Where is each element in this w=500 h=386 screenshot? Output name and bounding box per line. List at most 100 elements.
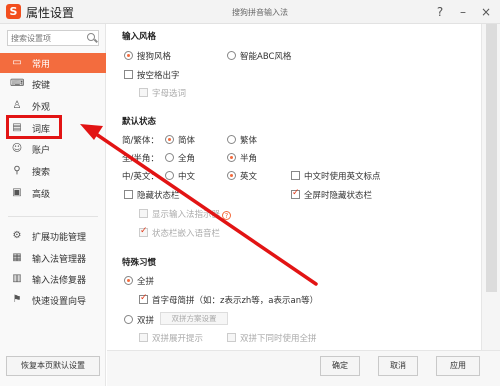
checkbox-label: 全屏时隐藏状态栏	[304, 191, 373, 201]
sidebar-item-label: 常用	[32, 60, 51, 70]
reset-defaults-button[interactable]: 恢复本页默认设置	[6, 356, 100, 376]
radio-abc-style[interactable]: 智能ABC风格	[227, 50, 291, 62]
settings-panel: 输入风格 搜狗风格 智能ABC风格 按空格出字 字母选词 默认状态 简/繁体： …	[107, 24, 480, 350]
checkbox-label: 显示输入法指示器	[152, 210, 221, 220]
search-icon: ⚲	[13, 165, 21, 176]
radio-quanpin[interactable]: 全拼	[124, 275, 154, 287]
radio-chinese[interactable]: 中文	[165, 170, 195, 182]
radio-traditional[interactable]: 繁体	[227, 134, 257, 146]
radio-icon[interactable]	[124, 51, 133, 60]
radio-icon[interactable]	[165, 135, 174, 144]
checkbox-icon	[139, 88, 148, 97]
checkbox-fullscreen-hide[interactable]: 全屏时隐藏状态栏	[291, 188, 373, 201]
checkbox-icon[interactable]	[124, 190, 133, 199]
tool-quick-setup[interactable]: ⚑ 快速设置向导	[0, 290, 106, 310]
width-label: 全/半角：	[122, 154, 159, 164]
section-title-input-style: 输入风格	[122, 32, 157, 42]
checkbox-label: 隐藏状态栏	[137, 191, 180, 201]
checkbox-icon[interactable]	[291, 171, 300, 180]
radio-half-width[interactable]: 半角	[227, 152, 257, 164]
radio-simplified[interactable]: 简体	[165, 134, 195, 146]
sidebar: ▭ 常用 ⌨ 按键 ♙ 外观 ▤ 词库 ☺ 账户 ⚲ 搜索 ▣ 高级 ⚙	[0, 24, 106, 386]
radio-label: 全拼	[137, 277, 155, 287]
tool-ime-repair[interactable]: ▥ 输入法修复器	[0, 269, 106, 289]
checkbox-label: 状态栏嵌入语音栏	[152, 229, 221, 239]
tool-label: 快速设置向导	[32, 297, 87, 307]
radio-icon[interactable]	[227, 51, 236, 60]
radio-label: 英文	[240, 172, 258, 182]
radio-icon[interactable]	[165, 171, 174, 180]
radio-label: 繁体	[240, 136, 258, 146]
cancel-button[interactable]: 取消	[378, 356, 418, 376]
radio-label: 双拼	[137, 316, 155, 326]
close-button[interactable]: ×	[478, 4, 494, 20]
sidebar-item-label: 账户	[32, 146, 51, 156]
radio-icon[interactable]	[227, 135, 236, 144]
repair-icon: ▥	[12, 273, 22, 284]
radio-label: 中文	[178, 172, 196, 182]
search-input[interactable]	[11, 32, 81, 44]
help-icon[interactable]: ?	[222, 211, 232, 220]
checkbox-sp-use-qp: 双拼下同时使用全拼	[227, 332, 317, 344]
checkbox-space-output[interactable]: 按空格出字	[124, 69, 180, 81]
shuangpin-scheme-button[interactable]: 双拼方案设置	[160, 312, 228, 325]
scrollbar[interactable]	[481, 24, 500, 350]
radio-icon[interactable]	[165, 153, 174, 162]
advanced-icon: ▣	[12, 187, 22, 198]
shirt-icon: ♙	[12, 100, 22, 111]
radio-sogou-style[interactable]: 搜狗风格	[124, 50, 171, 62]
highlight-box-annotation	[6, 115, 62, 139]
sidebar-item-common[interactable]: ▭ 常用	[0, 53, 106, 73]
checkbox-icon	[139, 333, 148, 342]
sidebar-item-label: 搜索	[32, 168, 51, 178]
radio-shuangpin[interactable]: 双拼	[124, 314, 154, 326]
help-button[interactable]: ?	[432, 4, 448, 20]
window-title: 属性设置	[26, 6, 75, 20]
radio-label: 搜狗风格	[137, 52, 172, 62]
checkbox-initials[interactable]: 首字母简拼（如：z表示zh等，a表示an等）	[139, 293, 318, 306]
radio-icon[interactable]	[227, 153, 236, 162]
apply-button[interactable]: 应用	[436, 356, 480, 376]
radio-label: 全角	[178, 154, 196, 164]
trad-simp-label: 简/繁体：	[122, 136, 159, 146]
checkbox-icon[interactable]	[124, 70, 133, 79]
tool-label: 输入法修复器	[32, 276, 87, 286]
user-icon: ☺	[11, 143, 23, 154]
sidebar-item-search[interactable]: ⚲ 搜索	[0, 161, 106, 181]
section-title-default-state: 默认状态	[122, 117, 157, 127]
sogou-logo-icon: S	[6, 4, 21, 19]
search-icon[interactable]	[87, 33, 95, 41]
sidebar-item-advanced[interactable]: ▣ 高级	[0, 183, 106, 203]
radio-icon[interactable]	[124, 276, 133, 285]
radio-icon[interactable]	[124, 315, 133, 324]
flag-icon: ⚑	[12, 294, 22, 305]
title-bar: S 属性设置 搜狗拼音输入法 ? – ×	[0, 0, 500, 24]
checkbox-hide-status-bar[interactable]: 隐藏状态栏	[124, 189, 180, 201]
sidebar-divider	[8, 216, 98, 217]
section-title-special: 特殊习惯	[122, 258, 157, 268]
tool-ime-manager[interactable]: ▦ 输入法管理器	[0, 248, 106, 268]
minimize-button[interactable]: –	[455, 4, 471, 20]
tool-extension-manager[interactable]: ⚙ 扩展功能管理	[0, 226, 106, 246]
checkbox-icon	[227, 333, 236, 342]
ok-button[interactable]: 确定	[320, 356, 360, 376]
sidebar-item-keys[interactable]: ⌨ 按键	[0, 74, 106, 94]
checkbox-cn-en-punct[interactable]: 中文时使用英文标点	[291, 170, 381, 182]
radio-icon[interactable]	[227, 171, 236, 180]
sidebar-item-account[interactable]: ☺ 账户	[0, 139, 106, 159]
checkbox-label: 双拼下同时使用全拼	[240, 334, 317, 344]
manager-icon: ▦	[12, 252, 22, 263]
window-subtitle: 搜狗拼音输入法	[232, 8, 288, 17]
checkbox-label: 中文时使用英文标点	[304, 172, 381, 182]
radio-label: 简体	[178, 136, 196, 146]
search-box[interactable]	[7, 30, 99, 46]
scrollbar-thumb[interactable]	[486, 24, 497, 292]
checkbox-icon[interactable]	[139, 293, 148, 304]
radio-full-width[interactable]: 全角	[165, 152, 195, 164]
checkbox-icon	[139, 209, 148, 218]
keyboard-icon: ⌨	[10, 78, 25, 89]
radio-english[interactable]: 英文	[227, 170, 257, 182]
sidebar-item-appearance[interactable]: ♙ 外观	[0, 96, 106, 116]
monitor-icon: ▭	[12, 57, 22, 68]
checkbox-icon[interactable]	[291, 188, 300, 199]
